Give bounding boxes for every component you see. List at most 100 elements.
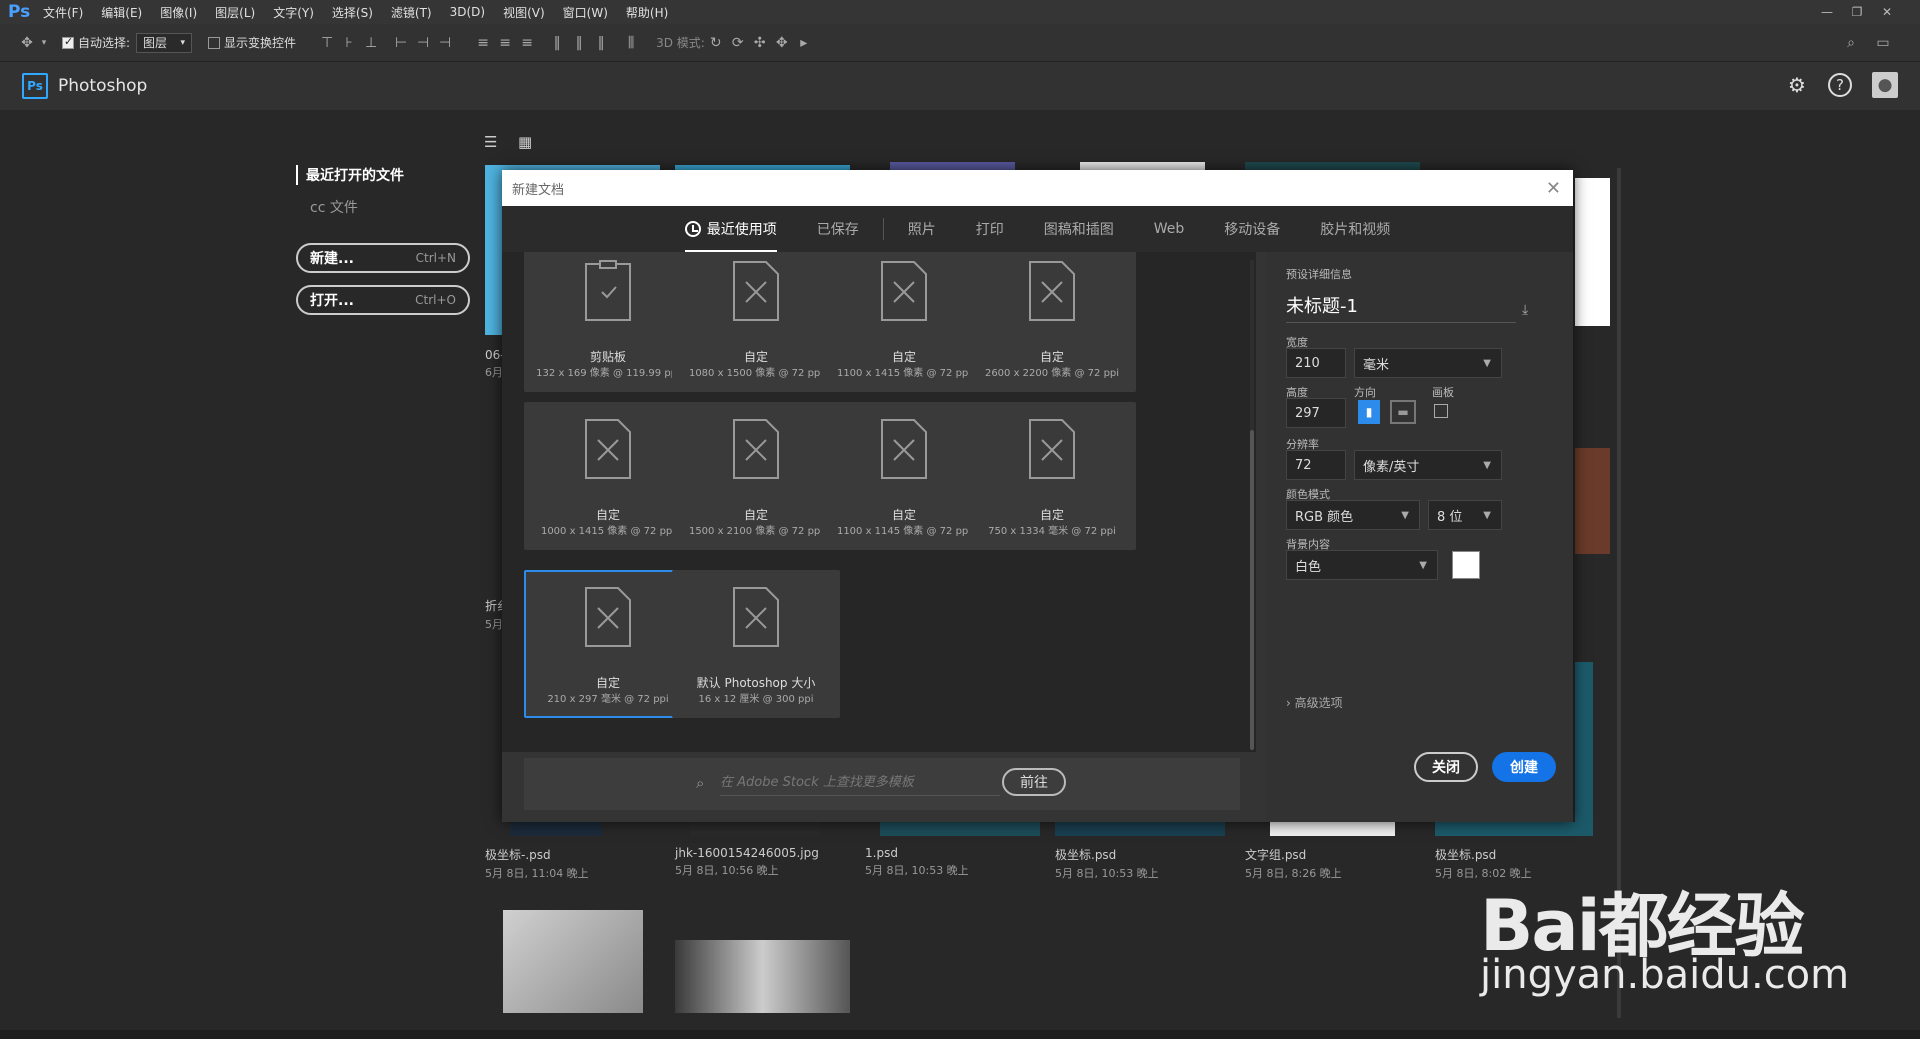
align-hcenter-icon[interactable]: ⊣ xyxy=(412,32,434,54)
document-name-input[interactable]: 未标题-1 xyxy=(1286,292,1516,323)
distribute-left-icon[interactable]: ‖ xyxy=(546,32,568,54)
distribute-hcenter-icon[interactable]: ‖ xyxy=(568,32,590,54)
align-left-icon[interactable]: ⊢ xyxy=(390,32,412,54)
unit-dropdown[interactable]: 毫米 ▼ xyxy=(1354,348,1502,378)
distribute-right-icon[interactable]: ‖ xyxy=(590,32,612,54)
restore-button[interactable]: ❐ xyxy=(1846,0,1868,24)
list-view-icon[interactable]: ☰ xyxy=(484,133,500,151)
align-top-icon[interactable]: ⊤ xyxy=(316,32,338,54)
background-dropdown[interactable]: 白色 ▼ xyxy=(1286,550,1438,580)
user-avatar-icon[interactable]: ● xyxy=(1872,72,1898,98)
tab-print[interactable]: 打印 xyxy=(956,206,1024,252)
chevron-down-icon[interactable]: ▾ xyxy=(38,32,50,54)
nav-cc-files[interactable]: cc 文件 xyxy=(296,197,404,217)
recent-thumb[interactable] xyxy=(510,822,602,836)
menu-image[interactable]: 图像(I) xyxy=(151,4,206,21)
auto-select-checkbox[interactable]: 自动选择: xyxy=(62,34,130,51)
orbit-3d-icon[interactable]: ↻ xyxy=(705,32,727,54)
save-preset-icon[interactable]: ⤓ xyxy=(1522,302,1540,318)
preset-card[interactable]: 自定 1100 x 1415 像素 @ 72 ppi xyxy=(820,252,988,392)
nav-recent-files[interactable]: 最近打开的文件 xyxy=(296,165,404,185)
recent-thumb[interactable] xyxy=(1575,178,1610,326)
distribute-bottom-icon[interactable]: ≡ xyxy=(516,32,538,54)
tab-saved[interactable]: 已保存 xyxy=(797,206,879,252)
go-button[interactable]: 前往 xyxy=(1002,768,1066,796)
preset-card[interactable]: 自定 1000 x 1415 像素 @ 72 ppi xyxy=(524,402,692,550)
bit-depth-dropdown[interactable]: 8 位 ▼ xyxy=(1428,500,1502,530)
preset-card[interactable]: 自定 1100 x 1145 像素 @ 72 ppi xyxy=(820,402,988,550)
menu-select[interactable]: 选择(S) xyxy=(323,4,382,21)
stock-search-input[interactable]: 在 Adobe Stock 上查找更多模板 xyxy=(720,770,1000,796)
preset-card[interactable]: 自定 2600 x 2200 像素 @ 72 ppi xyxy=(968,252,1136,392)
menu-3d[interactable]: 3D(D) xyxy=(441,5,494,19)
preset-card[interactable]: 自定 750 x 1334 毫米 @ 72 ppi xyxy=(968,402,1136,550)
menu-type[interactable]: 文字(Y) xyxy=(264,4,323,21)
recent-thumb[interactable] xyxy=(690,822,820,836)
auto-select-target-dropdown[interactable]: 图层 ▾ xyxy=(136,32,193,53)
pan-3d-icon[interactable]: ✣ xyxy=(749,32,771,54)
auto-align-icon[interactable]: ⫼ xyxy=(620,32,642,54)
tab-film-video[interactable]: 胶片和视频 xyxy=(1300,206,1410,252)
tab-mobile[interactable]: 移动设备 xyxy=(1204,206,1300,252)
advanced-options-toggle[interactable]: › 高级选项 xyxy=(1286,694,1343,711)
minimize-button[interactable]: — xyxy=(1816,0,1838,24)
scale-3d-icon[interactable]: ▸ xyxy=(793,32,815,54)
menu-file[interactable]: 文件(F) xyxy=(34,4,92,21)
align-bottom-icon[interactable]: ⊥ xyxy=(360,32,382,54)
preset-card-selected[interactable]: 自定 210 x 297 毫米 @ 72 ppi xyxy=(524,570,692,718)
resolution-input[interactable]: 72 xyxy=(1286,450,1346,480)
menu-view[interactable]: 视图(V) xyxy=(494,4,554,21)
distribute-top-icon[interactable]: ≡ xyxy=(472,32,494,54)
menu-help[interactable]: 帮助(H) xyxy=(617,4,677,21)
preset-card[interactable]: 自定 1500 x 2100 像素 @ 72 ppi xyxy=(672,402,840,550)
recent-file-caption[interactable]: 1.psd 5月 8日, 10:53 晚上 xyxy=(865,846,969,878)
menu-filter[interactable]: 滤镜(T) xyxy=(382,4,441,21)
workspace-icon[interactable]: ▭ xyxy=(1872,32,1894,54)
new-button[interactable]: 新建... Ctrl+N xyxy=(296,243,470,273)
preset-card-default[interactable]: 默认 Photoshop 大小 16 x 12 厘米 @ 300 ppi xyxy=(672,570,840,718)
recent-file-caption[interactable]: 极坐标.psd 5月 8日, 10:53 晚上 xyxy=(1055,846,1159,881)
align-right-icon[interactable]: ⊣ xyxy=(434,32,456,54)
recent-file-caption[interactable]: 极坐标-.psd 5月 8日, 11:04 晚上 xyxy=(485,846,589,881)
roll-3d-icon[interactable]: ⟳ xyxy=(727,32,749,54)
distribute-vcenter-icon[interactable]: ≡ xyxy=(494,32,516,54)
height-input[interactable]: 297 xyxy=(1286,398,1346,428)
slide-3d-icon[interactable]: ✥ xyxy=(771,32,793,54)
close-window-button[interactable]: ✕ xyxy=(1876,0,1898,24)
recent-file-caption[interactable]: 文字组.psd 5月 8日, 8:26 晚上 xyxy=(1245,846,1342,881)
landscape-orientation-icon[interactable]: ▬ xyxy=(1390,400,1416,424)
tab-photo[interactable]: 照片 xyxy=(888,206,956,252)
close-button[interactable]: 关闭 xyxy=(1414,752,1478,782)
tab-web[interactable]: Web xyxy=(1134,206,1205,252)
preset-grid-scrollbar[interactable] xyxy=(1250,260,1254,750)
grid-view-icon[interactable]: ▦ xyxy=(518,133,534,151)
create-button[interactable]: 创建 xyxy=(1492,752,1556,782)
gear-icon[interactable]: ⚙ xyxy=(1784,72,1810,98)
scrollbar-thumb[interactable] xyxy=(1250,430,1254,750)
show-transform-checkbox[interactable]: 显示变换控件 xyxy=(208,34,296,51)
preset-card[interactable]: 自定 1080 x 1500 像素 @ 72 ppi xyxy=(672,252,840,392)
recent-file-caption[interactable]: jhk-1600154246005.jpg 5月 8日, 10:56 晚上 xyxy=(675,846,819,878)
menu-window[interactable]: 窗口(W) xyxy=(554,4,617,21)
recent-thumb[interactable] xyxy=(1055,822,1225,836)
artboard-checkbox[interactable] xyxy=(1434,404,1448,418)
help-icon[interactable]: ? xyxy=(1828,73,1852,97)
recent-thumb[interactable] xyxy=(880,822,1040,836)
search-icon[interactable]: ⌕ xyxy=(1840,32,1862,54)
width-input[interactable]: 210 xyxy=(1286,348,1346,378)
tab-recent[interactable]: 最近使用项 xyxy=(665,206,797,252)
tab-art-illustration[interactable]: 图稿和插图 xyxy=(1024,206,1134,252)
resolution-unit-dropdown[interactable]: 像素/英寸 ▼ xyxy=(1354,450,1502,480)
color-mode-dropdown[interactable]: RGB 颜色 ▼ xyxy=(1286,500,1420,530)
recent-thumb[interactable] xyxy=(1575,662,1593,836)
close-icon[interactable]: ✕ xyxy=(1546,178,1561,199)
move-tool-icon[interactable]: ✥ xyxy=(16,32,38,54)
portrait-orientation-icon[interactable]: ▮ xyxy=(1358,400,1380,424)
recent-thumb[interactable] xyxy=(503,910,643,1013)
align-vcenter-icon[interactable]: ⊦ xyxy=(338,32,360,54)
background-color-swatch[interactable] xyxy=(1452,551,1480,579)
menu-edit[interactable]: 编辑(E) xyxy=(92,4,151,21)
recent-thumb[interactable] xyxy=(1575,448,1610,554)
recent-thumb[interactable] xyxy=(1270,822,1395,836)
preset-card-clipboard[interactable]: 剪贴板 132 x 169 像素 @ 119.99 ppi xyxy=(524,252,692,392)
